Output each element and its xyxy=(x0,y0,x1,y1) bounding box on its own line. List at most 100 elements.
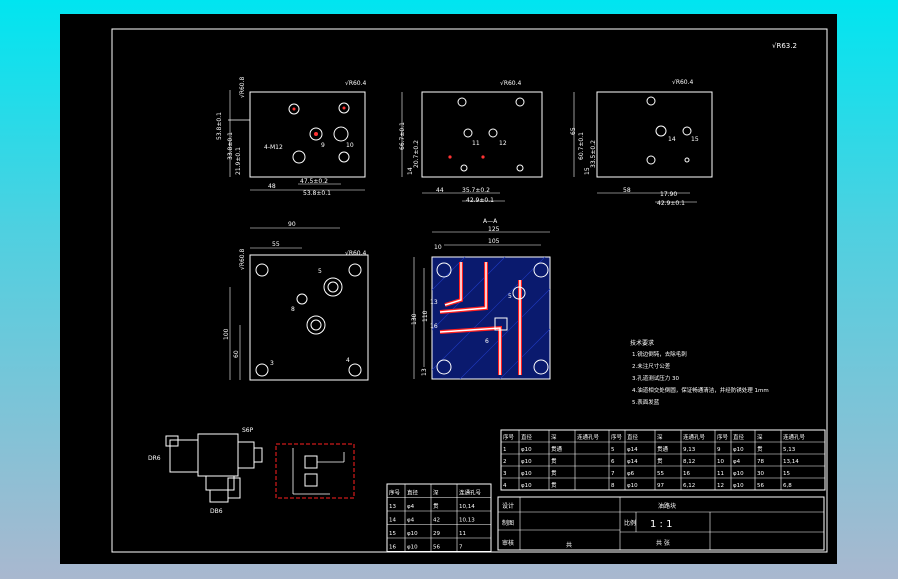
table-cell: φ10 xyxy=(733,447,744,453)
table-cell: 10,14 xyxy=(459,504,475,510)
table-header-cell: 深 xyxy=(657,433,663,441)
dim-label: 53.8±0.1 xyxy=(303,190,331,197)
dim-label: 33.5±0.2 xyxy=(590,140,597,168)
table-cell: 9,13 xyxy=(683,447,696,453)
port-label: 8 xyxy=(291,306,295,313)
table-cell: φ14 xyxy=(627,447,638,453)
table-cell: 11 xyxy=(459,531,466,537)
port-label: 13 xyxy=(430,299,438,306)
table-cell: 贯 xyxy=(433,503,439,510)
roughness-symbol: √R60.4 xyxy=(345,80,367,87)
table-header-cell: 直径 xyxy=(521,433,533,441)
table-cell: 12 xyxy=(717,483,724,489)
note-line: 5.表面发蓝 xyxy=(632,398,660,406)
port-label: 15 xyxy=(691,136,699,143)
dim-label: 17.90 xyxy=(660,191,677,198)
dim-label: 44 xyxy=(436,187,444,194)
port-label: 11 xyxy=(472,140,480,147)
table-header-cell: 序号 xyxy=(389,489,401,497)
port-label: 10 xyxy=(346,142,354,149)
note-line: 2.未注尺寸公差 xyxy=(632,362,671,370)
dim-label: 48 xyxy=(268,183,276,190)
table-cell: 9 xyxy=(717,447,721,453)
table-cell: 贯 xyxy=(551,458,557,465)
table-cell: 8 xyxy=(611,483,615,489)
table-cell: 2 xyxy=(503,459,507,465)
valve-label: DB6 xyxy=(210,508,223,515)
port-label: 4 xyxy=(346,357,350,364)
table-cell: 56 xyxy=(757,483,764,489)
table-cell: 10 xyxy=(717,459,724,465)
dim-label: 66.7±0.1 xyxy=(399,122,406,150)
title-block-label: 共 xyxy=(566,541,572,549)
port-label: 6 xyxy=(485,338,489,345)
table-cell: 14 xyxy=(389,518,396,524)
valve-label: DR6 xyxy=(148,455,161,462)
dim-label: 21.9±0.1 xyxy=(235,147,242,175)
table-header-cell: 序号 xyxy=(717,433,729,441)
title-block-label: 审核 xyxy=(502,539,514,547)
table-cell: 7 xyxy=(459,545,463,551)
table-cell: φ10 xyxy=(733,471,744,477)
table-cell: φ10 xyxy=(407,545,418,551)
dim-label: 53.8±0.1 xyxy=(216,112,223,140)
table-cell: 15 xyxy=(389,531,396,537)
note-line: 1.锐边倒钝，去除毛刺 xyxy=(632,350,687,358)
dim-label: 10 xyxy=(434,244,442,251)
dim-label: 100 xyxy=(223,328,230,340)
table-header-cell: 深 xyxy=(551,433,557,441)
dim-label: 65 xyxy=(570,127,577,135)
table-cell: φ4 xyxy=(407,504,415,510)
sheet-count: 共 张 xyxy=(656,539,670,547)
table-cell: φ10 xyxy=(521,459,532,465)
table-cell: 13,14 xyxy=(783,459,799,465)
table-cell: φ4 xyxy=(407,518,415,524)
table-header-cell: 直径 xyxy=(627,433,639,441)
table-header-cell: 直径 xyxy=(733,433,745,441)
port-label: 5 xyxy=(318,268,322,275)
table-cell: φ4 xyxy=(733,459,741,465)
thread-label: 4-M12 xyxy=(264,144,283,151)
table-cell: 5 xyxy=(611,447,615,453)
table-cell: φ10 xyxy=(521,471,532,477)
table-cell: 15 xyxy=(783,471,790,477)
table-cell: 55 xyxy=(657,471,664,477)
roughness-symbol: √R60.8 xyxy=(239,76,246,98)
table-cell: 6 xyxy=(611,459,615,465)
table-cell: 8,12 xyxy=(683,459,695,465)
table-cell: φ10 xyxy=(521,483,532,489)
table-cell: 3 xyxy=(503,471,507,477)
roughness-symbol: √R60.4 xyxy=(672,79,694,86)
port-label: 3 xyxy=(270,360,274,367)
roughness-symbol: √R60.4 xyxy=(500,80,522,87)
roughness-note: √R63.2 xyxy=(772,42,797,50)
note-heading: 技术要求 xyxy=(630,339,654,347)
table-cell: 贯 xyxy=(551,482,557,489)
port-label: 12 xyxy=(499,140,507,147)
table-cell: 97 xyxy=(657,483,664,489)
note-line: 4.油道相交处倒圆，保证畅通清洁，并经防锈处理 1mm xyxy=(632,386,769,394)
dim-label: 47.5±0.2 xyxy=(300,178,328,185)
part-name: 油路块 xyxy=(658,502,676,510)
table-cell: 贯 xyxy=(551,470,557,477)
table-header-cell: 深 xyxy=(757,433,763,441)
table-cell: φ10 xyxy=(407,531,418,537)
table-cell: 13 xyxy=(389,504,396,510)
scale-label: 比例 xyxy=(624,519,636,527)
table-cell: 6,12 xyxy=(683,483,695,489)
port-label: 9 xyxy=(321,142,325,149)
note-line: 3.孔道测试压力 30 xyxy=(632,374,679,382)
table-header-cell: 深 xyxy=(433,489,439,497)
table-cell: 5,13 xyxy=(783,447,796,453)
table-cell: 7 xyxy=(611,471,615,477)
roughness-symbol: √R60.4 xyxy=(345,250,367,257)
title-block-label: 制图 xyxy=(502,519,514,527)
port-label: 16 xyxy=(430,323,438,330)
table-cell: 78 xyxy=(757,459,764,465)
table-cell: 6,8 xyxy=(783,483,792,489)
table-cell: 42 xyxy=(433,518,440,524)
dim-label: 60 xyxy=(233,350,240,358)
port-label: 14 xyxy=(668,136,676,143)
section-title: A—A xyxy=(483,218,498,225)
table-cell: φ10 xyxy=(521,447,532,453)
